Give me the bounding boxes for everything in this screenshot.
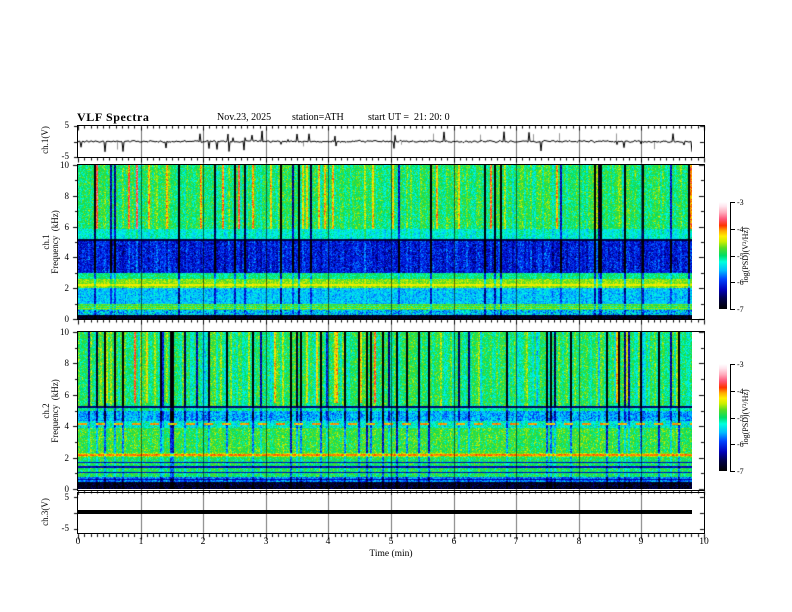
colorbar-tick [730,364,735,365]
x-tick-label: 0 [75,537,81,547]
x-tick-label: 8 [576,537,582,547]
x-tick-label: 7 [513,537,519,547]
x-tick-label: 2 [200,537,206,547]
colorbar-tick-label: -5 [737,414,744,423]
ch3-voltage-axis-label: ch.3(V) [40,498,51,526]
freq-tick-label: 8 [64,191,70,201]
freq-tick-label: 10 [60,160,69,170]
colorbar-tick-label: -7 [737,305,744,314]
colorbar-tick [730,309,735,310]
voltage-tick-label: -5 [61,523,70,533]
colorbar-tick [730,418,735,419]
voltage-tick-label: 5 [64,492,70,502]
colorbar-tick-label: -6 [737,278,744,287]
x-tick-label: 1 [138,537,144,547]
freq-tick-label: 2 [64,453,70,463]
freq-tick-label: 6 [64,222,70,232]
x-tick-label: 4 [325,537,331,547]
colorbar-tick [730,229,735,230]
colorbar-tick [730,282,735,283]
voltage-tick-label: -5 [61,151,70,161]
colorbar-tick [730,444,735,445]
axes-ticks-gridlines [0,0,792,612]
colorbar-tick-label: -3 [737,198,744,207]
colorbar-tick [730,256,735,257]
colorbar-tick-label: -4 [737,387,744,396]
x-tick-label: 6 [451,537,457,547]
freq-tick-label: 8 [64,358,70,368]
freq-tick-label: 0 [64,314,70,324]
colorbar-tick-label: -3 [737,360,744,369]
x-tick-label: 9 [638,537,644,547]
freq-tick-label: 4 [64,252,70,262]
colorbar-tick [730,471,735,472]
freq-tick-label: 6 [64,390,70,400]
colorbar-tick-label: -7 [737,467,744,476]
freq-tick-label: 2 [64,283,70,293]
colorbar-tick-label: -4 [737,225,744,234]
x-tick-label: 3 [263,537,269,547]
x-tick-label: 10 [699,537,709,547]
freq-tick-label: 4 [64,421,70,431]
vlf-spectra-figure: VLF Spectra Nov.23, 2025 station=ATH sta… [0,0,792,612]
freq-tick-label: 10 [60,327,69,337]
x-tick-label: 5 [388,537,394,547]
time-axis-label: Time (min) [369,549,413,559]
colorbar-tick-label: -5 [737,252,744,261]
voltage-tick-label: 5 [64,120,70,130]
colorbar-tick [730,391,735,392]
colorbar-tick [730,202,735,203]
colorbar-tick-label: -6 [737,440,744,449]
